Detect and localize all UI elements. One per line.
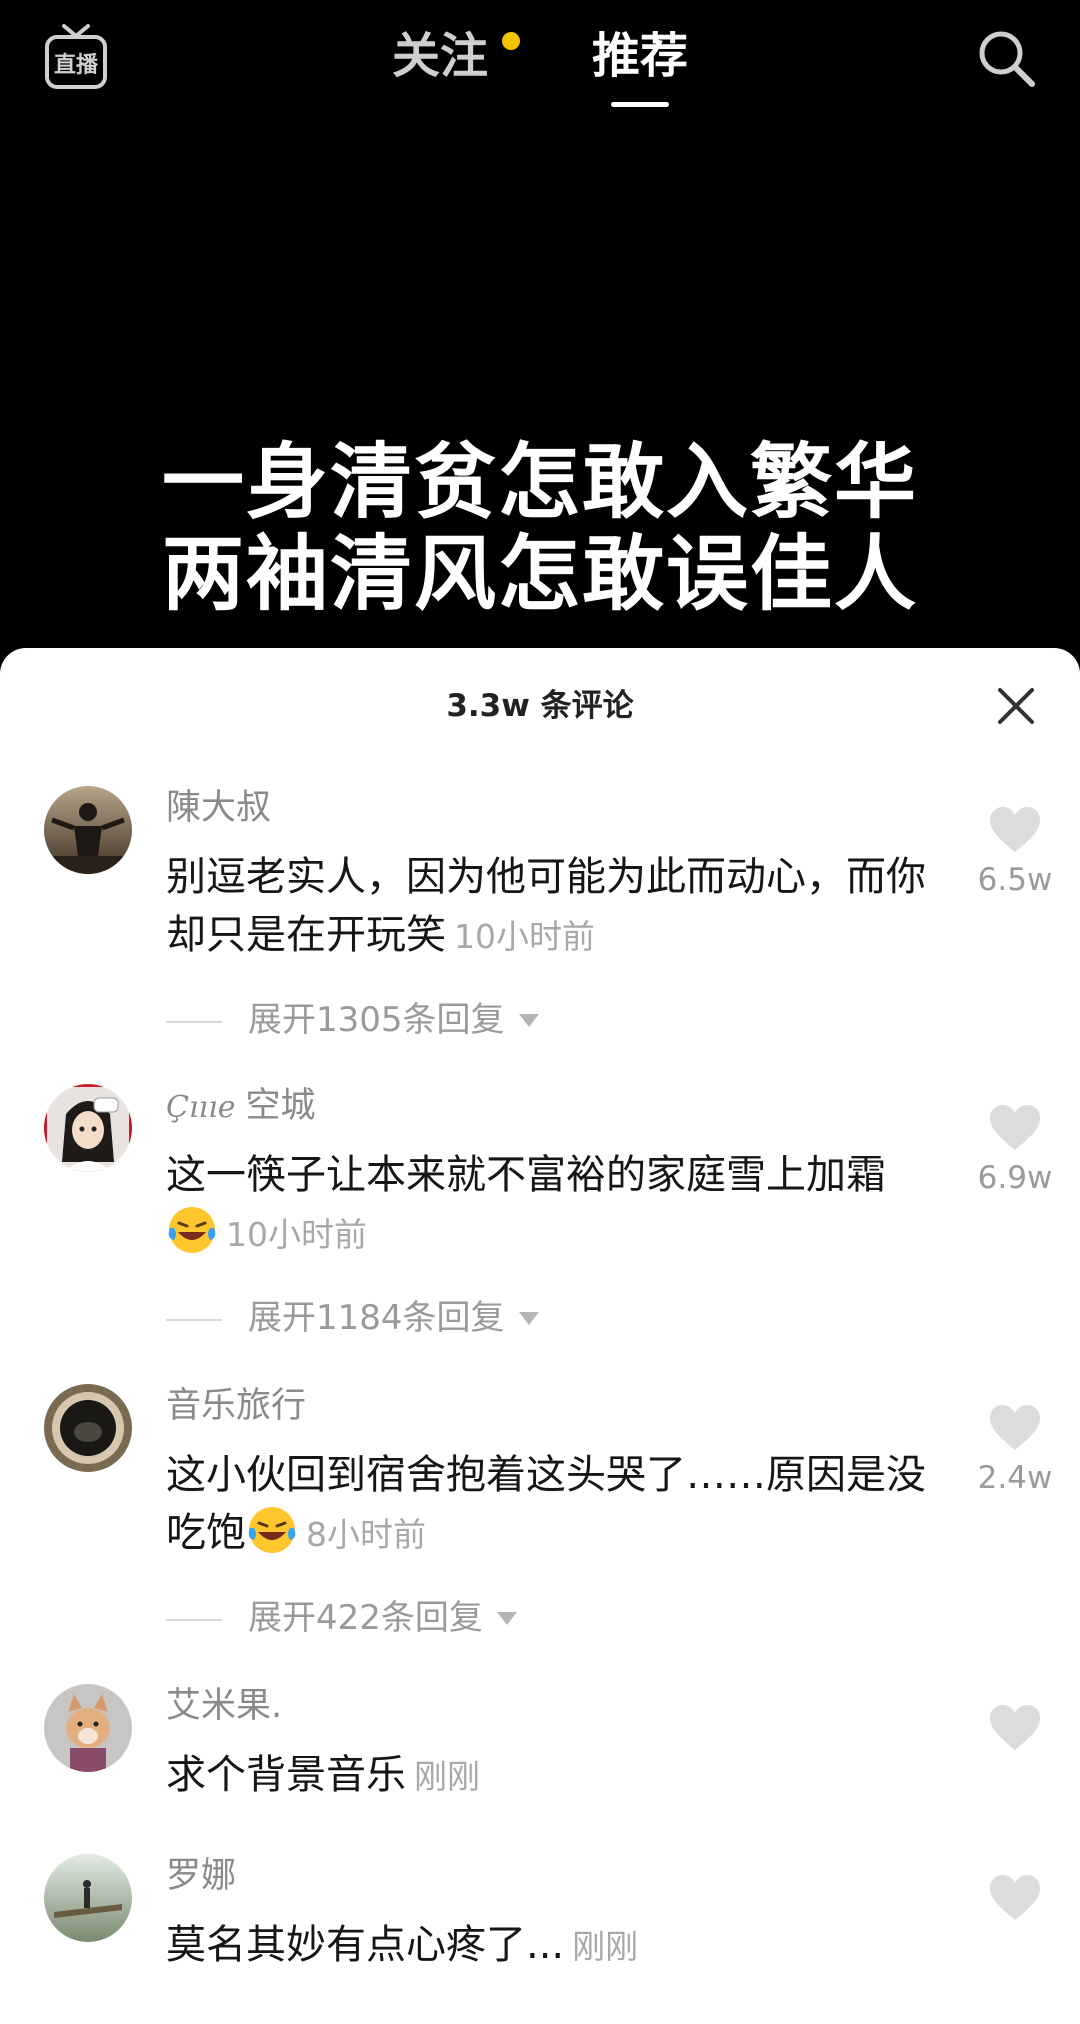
like-count: 2.4w [977, 1460, 1053, 1496]
comment-time: 10小时前 [226, 1215, 367, 1254]
divider [166, 1020, 222, 1023]
notification-dot [502, 32, 520, 50]
like-button[interactable] [975, 1874, 1055, 1922]
video-caption-line2: 两袖清风怎敢误佳人 [161, 527, 918, 622]
search-icon[interactable] [974, 26, 1038, 90]
expand-replies[interactable]: 展开1184条回复 [166, 1296, 539, 1340]
expand-replies-label: 展开1184条回复 [248, 1298, 505, 1338]
chevron-down-icon [518, 1312, 539, 1325]
heart-icon [990, 1405, 1040, 1450]
close-icon[interactable] [996, 686, 1036, 726]
video-caption-line1: 一身清贫怎敢入繁华 [161, 435, 918, 530]
comment-time: 10小时前 [454, 917, 595, 956]
comment-item: Çıııe 空城 这一筷子让本来就不富裕的家庭雪上加霜 10小时前 6.9w 展开… [0, 1084, 1080, 1344]
chevron-down-icon [496, 1612, 517, 1625]
comment-item: 陳大叔 别逗老实人，因为他可能为此而动心，而你却只是在开玩笑 10小时前 6.5w… [0, 786, 1080, 1046]
username[interactable]: 艾米果. [166, 1684, 282, 1728]
comment-body: 求个背景音乐 [166, 1752, 406, 1798]
comment-body: 莫名其妙有点心疼了... [166, 1922, 565, 1968]
username-text: 空城 [245, 1086, 316, 1126]
comment-body: 这一筷子让本来就不富裕的家庭雪上加霜 [166, 1152, 886, 1198]
divider [166, 1318, 222, 1321]
expand-replies[interactable]: 展开422条回复 [166, 1596, 517, 1640]
comment-item: 艾米果. 求个背景音乐 刚刚 [0, 1684, 1080, 1834]
comment-item: 音乐旅行 这小伙回到宿舍抱着这头哭了……原因是没吃饱 8小时前 2.4w 展开4… [0, 1384, 1080, 1644]
chevron-down-icon [518, 1014, 539, 1027]
comment-text: 求个背景音乐 刚刚 [166, 1746, 956, 1806]
avatar[interactable] [44, 1854, 132, 1942]
active-tab-indicator [611, 102, 669, 107]
comment-text: 别逗老实人，因为他可能为此而动心，而你却只是在开玩笑 10小时前 [166, 848, 956, 966]
top-bar: 直播 关注 推荐 [0, 0, 1080, 130]
heart-icon [990, 807, 1040, 852]
live-label: 直播 [54, 52, 99, 78]
username[interactable]: Çıııe 空城 [166, 1084, 316, 1130]
avatar[interactable] [44, 1684, 132, 1772]
heart-icon [990, 1875, 1040, 1920]
like-button[interactable]: 2.4w [975, 1404, 1055, 1498]
divider [166, 1618, 222, 1621]
expand-replies[interactable]: 展开1305条回复 [166, 998, 539, 1042]
laughing-crying-emoji-icon [248, 1507, 296, 1553]
expand-replies-label: 展开422条回复 [248, 1598, 483, 1638]
username-signature: Çıııe [166, 1090, 236, 1125]
like-count: 6.5w [977, 862, 1053, 898]
like-button[interactable]: 6.5w [975, 806, 1055, 900]
comments-count-title: 3.3w 条评论 [446, 688, 634, 724]
comment-time: 刚刚 [572, 1927, 639, 1966]
comments-sheet: 3.3w 条评论 陳大叔 别逗老实人，因为他可能为此而动心，而你却只是在开玩笑 1… [0, 648, 1080, 2024]
tab-follow[interactable]: 关注 [392, 26, 488, 86]
expand-replies-label: 展开1305条回复 [248, 1000, 505, 1040]
comment-item: 罗娜 莫名其妙有点心疼了... 刚刚 [0, 1854, 1080, 2004]
tab-recommend[interactable]: 推荐 [592, 26, 688, 86]
comment-time: 8小时前 [306, 1515, 426, 1554]
comment-time: 刚刚 [414, 1757, 480, 1796]
heart-icon [990, 1705, 1040, 1750]
comment-text: 这小伙回到宿舍抱着这头哭了……原因是没吃饱 8小时前 [166, 1446, 956, 1564]
live-tv-icon[interactable]: 直播 [44, 22, 108, 92]
like-count: 6.9w [977, 1160, 1053, 1196]
comment-text: 莫名其妙有点心疼了... 刚刚 [166, 1916, 956, 1976]
avatar[interactable] [44, 1384, 132, 1472]
avatar[interactable] [44, 786, 132, 874]
laughing-crying-emoji-icon [168, 1207, 216, 1253]
username[interactable]: 音乐旅行 [166, 1384, 306, 1428]
heart-icon [990, 1105, 1040, 1150]
like-button[interactable] [975, 1704, 1055, 1752]
avatar[interactable] [44, 1084, 132, 1172]
username[interactable]: 陳大叔 [166, 786, 271, 830]
like-button[interactable]: 6.9w [975, 1104, 1055, 1198]
username[interactable]: 罗娜 [166, 1854, 236, 1898]
comment-text: 这一筷子让本来就不富裕的家庭雪上加霜 10小时前 [166, 1146, 956, 1264]
